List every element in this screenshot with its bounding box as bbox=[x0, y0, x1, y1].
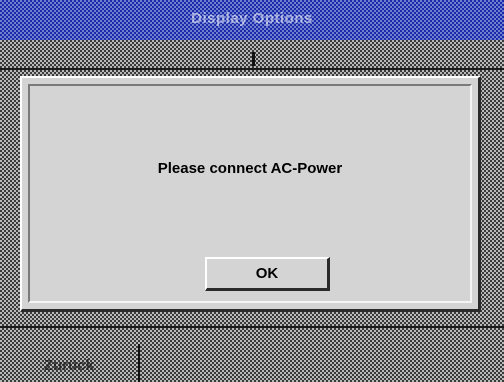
footer-divider bbox=[138, 344, 140, 382]
message-dialog: Please connect AC-Power OK bbox=[20, 76, 481, 312]
dialog-message: Please connect AC-Power bbox=[157, 160, 343, 177]
header-separator bbox=[0, 68, 504, 70]
tab-divider bbox=[252, 52, 255, 66]
dialog-panel: Please connect AC-Power OK bbox=[28, 84, 472, 303]
back-button[interactable]: Zurück bbox=[0, 340, 138, 382]
footer-separator bbox=[0, 326, 504, 328]
window-title: Display Options bbox=[191, 10, 313, 27]
title-bar: Display Options bbox=[0, 0, 504, 40]
device-screen: Display Options Please connect AC-Power … bbox=[0, 0, 504, 382]
ok-button[interactable]: OK bbox=[205, 257, 330, 291]
